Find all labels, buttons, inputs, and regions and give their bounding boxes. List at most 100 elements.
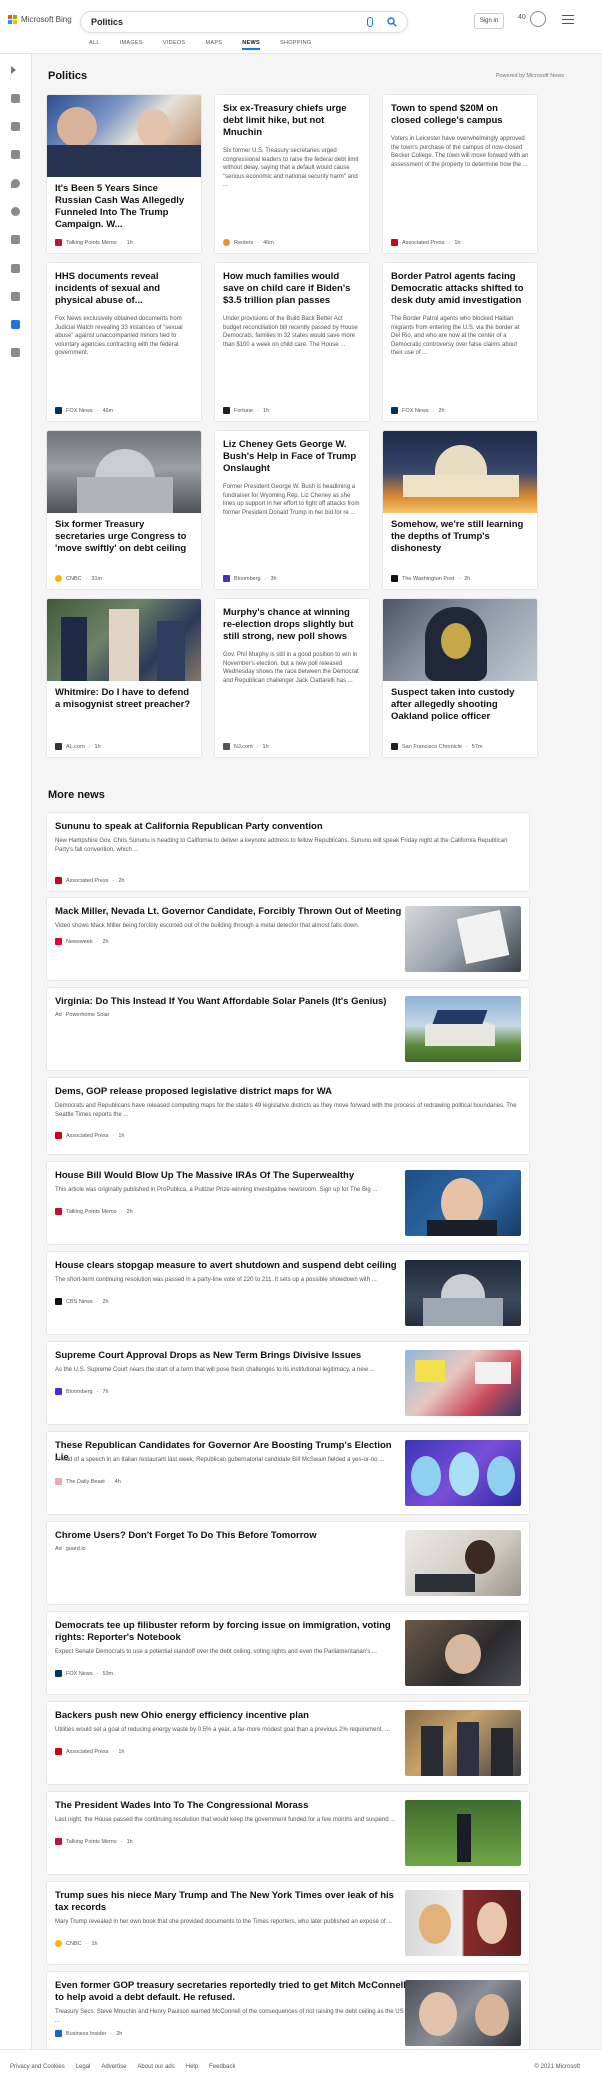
politics-icon[interactable]: [11, 320, 20, 329]
article-title[interactable]: Backers push new Ohio energy efficiency …: [55, 1710, 407, 1722]
article-title[interactable]: Somehow, we're still learning the depths…: [383, 513, 537, 555]
article-title[interactable]: Even former GOP treasury secretaries rep…: [55, 1980, 407, 2004]
footer-link-help[interactable]: Help: [186, 2064, 198, 2070]
tab-shopping[interactable]: SHOPPING: [280, 38, 311, 50]
footer-link-feedback[interactable]: Feedback: [209, 2064, 235, 2070]
news-card[interactable]: It's Been 5 Years Since Russian Cash Was…: [46, 94, 202, 254]
news-card[interactable]: Six ex-Treasury chiefs urge debt limit h…: [214, 94, 370, 254]
tab-news[interactable]: NEWS: [242, 38, 260, 50]
list-item[interactable]: These Republican Candidates for Governor…: [46, 1431, 530, 1515]
article-title[interactable]: Virginia: Do This Instead If You Want Af…: [55, 996, 407, 1008]
news-card[interactable]: Six former Treasury secretaries urge Con…: [46, 430, 202, 590]
list-item[interactable]: House Bill Would Blow Up The Massive IRA…: [46, 1161, 530, 1245]
list-item[interactable]: Democrats tee up filibuster reform by fo…: [46, 1611, 530, 1695]
article-description: Fox News exclusively obtained documents …: [55, 316, 183, 356]
news-card[interactable]: Border Patrol agents facing Democratic a…: [382, 262, 538, 422]
news-card[interactable]: Town to spend $20M on closed college's c…: [382, 94, 538, 254]
article-title[interactable]: Dems, GOP release proposed legislative d…: [55, 1086, 515, 1098]
list-item[interactable]: Chrome Users? Don't Forget To Do This Be…: [46, 1521, 530, 1605]
article-title[interactable]: It's Been 5 Years Since Russian Cash Was…: [47, 177, 201, 231]
news-card[interactable]: Somehow, we're still learning the depths…: [382, 430, 538, 590]
source-logo-icon: [55, 407, 62, 414]
source-logo-icon: [55, 1132, 62, 1139]
source-logo-icon: [55, 239, 62, 246]
rewards-count[interactable]: 40: [518, 14, 526, 21]
bing-logo[interactable]: Microsoft Bing: [8, 15, 72, 24]
tab-images[interactable]: IMAGES: [120, 38, 143, 50]
article-title[interactable]: HHS documents reveal incidents of sexual…: [47, 263, 201, 307]
article-title[interactable]: Democrats tee up filibuster reform by fo…: [55, 1620, 407, 1644]
menu-icon[interactable]: [562, 15, 574, 24]
news-card[interactable]: Murphy's chance at winning re-election d…: [214, 598, 370, 758]
rewards-icon[interactable]: [530, 11, 546, 27]
copyright: © 2021 Microsoft: [534, 2064, 580, 2070]
article-description: Last night, the House passed the continu…: [55, 1817, 396, 1823]
globe-icon[interactable]: [11, 207, 20, 216]
tab-videos[interactable]: VIDEOS: [163, 38, 186, 50]
home-icon[interactable]: [11, 94, 20, 103]
article-title[interactable]: Supreme Court Approval Drops as New Term…: [55, 1350, 407, 1362]
tab-all[interactable]: ALL: [89, 38, 100, 50]
rocket-icon[interactable]: [11, 264, 20, 273]
footer-link-legal[interactable]: Legal: [76, 2064, 91, 2070]
science-icon[interactable]: [11, 235, 20, 244]
article-title[interactable]: Murphy's chance at winning re-election d…: [215, 599, 369, 643]
list-item[interactable]: Mack Miller, Nevada Lt. Governor Candida…: [46, 897, 530, 981]
list-item[interactable]: Virginia: Do This Instead If You Want Af…: [46, 987, 530, 1071]
list-item[interactable]: Dems, GOP release proposed legislative d…: [46, 1077, 530, 1155]
article-title[interactable]: House Bill Would Blow Up The Massive IRA…: [55, 1170, 407, 1182]
article-title[interactable]: How much families would save on child ca…: [215, 263, 369, 307]
list-item[interactable]: Supreme Court Approval Drops as New Term…: [46, 1341, 530, 1425]
list-item[interactable]: The President Wades Into To The Congress…: [46, 1791, 530, 1875]
microphone-icon[interactable]: [367, 17, 373, 27]
money-icon[interactable]: [11, 348, 20, 357]
article-title[interactable]: Chrome Users? Don't Forget To Do This Be…: [55, 1530, 407, 1542]
main-content: Politics Powered by Microsoft News It's …: [32, 54, 602, 2055]
sign-in-button[interactable]: Sign in: [474, 13, 504, 29]
article-title[interactable]: Town to spend $20M on closed college's c…: [383, 95, 537, 127]
article-title[interactable]: Liz Cheney Gets George W. Bush's Help in…: [215, 431, 369, 475]
article-description: Gov. Phil Murphy is still in a good posi…: [223, 652, 359, 684]
footer-link-advertise[interactable]: Advertise: [101, 2064, 126, 2070]
news-card[interactable]: HHS documents reveal incidents of sexual…: [46, 262, 202, 422]
list-item[interactable]: Sununu to speak at California Republican…: [46, 812, 530, 892]
article-source: Associated Press · 2h: [55, 877, 124, 884]
article-source: Talking Points Memo · 1h: [55, 1838, 133, 1845]
location-icon[interactable]: [11, 179, 20, 188]
article-title[interactable]: House clears stopgap measure to avert sh…: [55, 1260, 407, 1272]
sports-icon[interactable]: [11, 122, 20, 131]
expand-icon[interactable]: [11, 66, 16, 74]
article-source: Ad Powerhome Solar: [55, 1012, 110, 1018]
article-title[interactable]: Mack Miller, Nevada Lt. Governor Candida…: [55, 906, 407, 918]
article-description: Democrats and Republicans have released …: [55, 1103, 517, 1118]
list-item[interactable]: Even former GOP treasury secretaries rep…: [46, 1971, 530, 2055]
article-description: Ahead of a speech in an Italian restaura…: [55, 1457, 385, 1463]
article-title[interactable]: Trump sues his niece Mary Trump and The …: [55, 1890, 407, 1914]
news-card[interactable]: Suspect taken into custody after alleged…: [382, 598, 538, 758]
article-title[interactable]: The President Wades Into To The Congress…: [55, 1800, 407, 1812]
source-logo-icon: [391, 575, 398, 582]
footer-link-about-ads[interactable]: About our ads: [137, 2064, 174, 2070]
article-title[interactable]: Whitmire: Do I have to defend a misogyni…: [47, 681, 201, 711]
list-item[interactable]: House clears stopgap measure to avert sh…: [46, 1251, 530, 1335]
article-title[interactable]: Sununu to speak at California Republican…: [55, 821, 515, 833]
search-box[interactable]: Politics: [80, 11, 408, 33]
list-item[interactable]: Trump sues his niece Mary Trump and The …: [46, 1881, 530, 1965]
news-card[interactable]: Liz Cheney Gets George W. Bush's Help in…: [214, 430, 370, 590]
source-logo-icon: [223, 407, 230, 414]
flag-icon[interactable]: [11, 150, 20, 159]
list-item[interactable]: Backers push new Ohio energy efficiency …: [46, 1701, 530, 1785]
news-card[interactable]: How much families would save on child ca…: [214, 262, 370, 422]
search-input[interactable]: Politics: [91, 17, 123, 27]
tab-maps[interactable]: MAPS: [205, 38, 222, 50]
entertainment-icon[interactable]: [11, 292, 20, 301]
article-image: [383, 431, 537, 513]
footer-link-privacy[interactable]: Privacy and Cookies: [10, 2064, 65, 2070]
article-title[interactable]: Border Patrol agents facing Democratic a…: [383, 263, 537, 307]
article-source: AL.com · 1h: [55, 743, 101, 750]
article-title[interactable]: Suspect taken into custody after alleged…: [383, 681, 537, 723]
article-title[interactable]: Six ex-Treasury chiefs urge debt limit h…: [215, 95, 369, 139]
search-icon[interactable]: [387, 17, 397, 27]
news-card[interactable]: Whitmire: Do I have to defend a misogyni…: [46, 598, 202, 758]
article-title[interactable]: Six former Treasury secretaries urge Con…: [47, 513, 201, 555]
